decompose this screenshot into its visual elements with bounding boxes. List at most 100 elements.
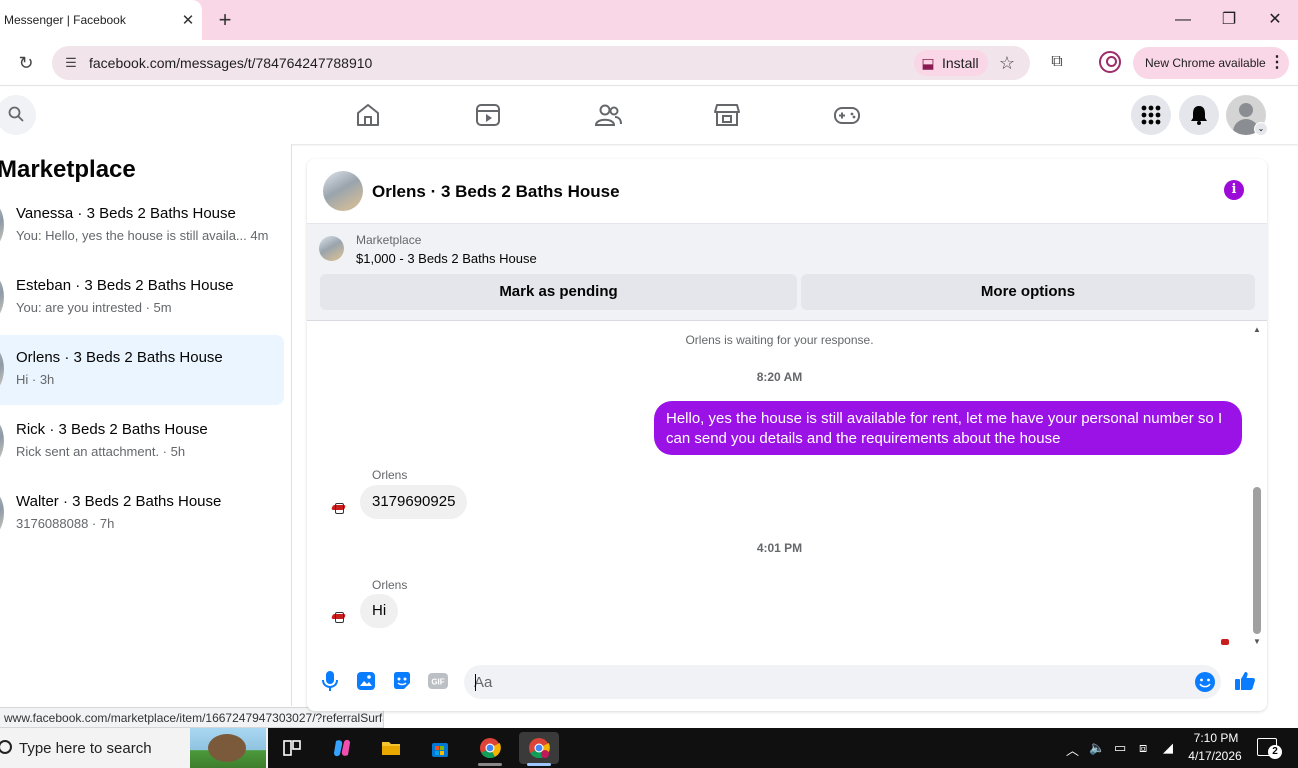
tab-close-icon[interactable]: ✕: [180, 11, 196, 29]
conversation-item-active[interactable]: Orlens · 3 Beds 2 Baths House Hi · 3h: [0, 335, 284, 405]
gaming-icon[interactable]: [833, 101, 861, 129]
sidebar-title: Marketplace: [0, 156, 136, 183]
profile-icon[interactable]: [1099, 51, 1121, 73]
conversation-name: Esteban · 3 Beds 2 Baths House: [16, 277, 234, 294]
listing-title[interactable]: $1,000 - 3 Beds 2 Baths House: [356, 251, 537, 266]
clock-date[interactable]: 4/17/2026: [1185, 749, 1245, 763]
chat-header: Orlens · 3 Beds 2 Baths House i: [307, 159, 1267, 224]
chrome-menu-icon[interactable]: ⋮: [1269, 53, 1285, 73]
avatar-head: [1239, 103, 1253, 117]
copilot-button[interactable]: [322, 732, 362, 764]
chat-title[interactable]: Orlens · 3 Beds 2 Baths House: [372, 182, 620, 202]
conversation-item[interactable]: Walter · 3 Beds 2 Baths House 3176088088…: [0, 479, 284, 549]
facebook-header: ⌄: [0, 87, 1298, 144]
timestamp: 4:01 PM: [756, 541, 803, 555]
read-receipt-avatar: [1221, 639, 1229, 645]
sticker-icon[interactable]: [390, 669, 414, 693]
emoji-icon[interactable]: [1193, 670, 1217, 694]
video-icon[interactable]: [474, 101, 502, 129]
incoming-message[interactable]: Hi: [360, 594, 399, 628]
listing-banner: Marketplace $1,000 - 3 Beds 2 Baths Hous…: [307, 224, 1267, 321]
conversation-sidebar: Marketplace Vanessa · 3 Beds 2 Baths Hou…: [0, 144, 292, 706]
sender-avatar[interactable]: [331, 501, 347, 515]
facebook-search-button[interactable]: [0, 95, 36, 135]
conversation-preview: Rick sent an attachment. · 5h: [16, 444, 186, 459]
new-chrome-available-button[interactable]: New Chrome available ⋮: [1133, 47, 1289, 79]
friends-icon[interactable]: [594, 101, 622, 129]
outgoing-message[interactable]: Hello, yes the house is still available …: [654, 401, 1242, 455]
install-button[interactable]: ⬓ Install: [914, 50, 988, 76]
scroll-thumb[interactable]: [1253, 487, 1261, 634]
display-icon[interactable]: ⧈: [1139, 740, 1147, 756]
search-icon: [8, 106, 24, 122]
conversation-item[interactable]: Vanessa · 3 Beds 2 Baths House You: Hell…: [0, 191, 284, 261]
home-icon[interactable]: [354, 101, 382, 129]
scroll-up-icon[interactable]: ▲: [1252, 326, 1262, 334]
conversation-thumbnail: [0, 273, 4, 321]
message-thread: Orlens is waiting for your response. 8:2…: [307, 322, 1267, 652]
chrome-profile-button[interactable]: [519, 732, 559, 766]
chrome-icon: [480, 738, 501, 759]
chrome-button[interactable]: [470, 732, 510, 766]
menu-grid-button[interactable]: [1131, 95, 1171, 135]
more-options-button[interactable]: More options: [801, 274, 1255, 310]
show-hidden-icons[interactable]: ︿: [1066, 740, 1079, 759]
conversation-thumbnail: [0, 345, 4, 393]
thumbs-up-icon[interactable]: [1233, 669, 1257, 693]
reload-icon[interactable]: ↻: [15, 52, 37, 74]
info-icon[interactable]: i: [1224, 180, 1244, 200]
extensions-icon[interactable]: ⧉: [1046, 50, 1068, 74]
bookmark-star-icon[interactable]: ☆: [996, 52, 1018, 74]
address-bar[interactable]: ☰ facebook.com/messages/t/78476424778891…: [52, 46, 1030, 80]
listing-thumbnail[interactable]: [319, 236, 344, 261]
windows-taskbar: Type here to search ︿ 🔈 ▭ ⧈ ◢ 7:10 PM 4/…: [0, 728, 1298, 768]
conversation-name: Walter · 3 Beds 2 Baths House: [16, 493, 222, 510]
message-input-wrapper[interactable]: [464, 665, 1221, 699]
message-scrollbar[interactable]: ▲ ▼: [1251, 324, 1263, 648]
conversation-thumbnail: [0, 417, 4, 465]
photo-icon[interactable]: [354, 669, 378, 693]
svg-text:GIF: GIF: [431, 678, 444, 687]
microphone-icon[interactable]: [318, 669, 342, 693]
url-text[interactable]: facebook.com/messages/t/784764247788910: [89, 55, 372, 71]
notifications-button[interactable]: [1179, 95, 1219, 135]
conversation-item[interactable]: Rick · 3 Beds 2 Baths House Rick sent an…: [0, 407, 284, 477]
site-info-icon[interactable]: ☰: [62, 54, 80, 72]
chrome-icon: [529, 738, 550, 759]
conversation-item[interactable]: Esteban · 3 Beds 2 Baths House You: are …: [0, 263, 284, 333]
minimize-button[interactable]: —: [1171, 8, 1195, 32]
conversation-name: Vanessa · 3 Beds 2 Baths House: [16, 205, 236, 222]
file-explorer-button[interactable]: [371, 732, 411, 764]
listing-source: Marketplace: [356, 233, 422, 247]
browser-tab[interactable]: Messenger | Facebook ✕: [0, 0, 202, 40]
copilot-icon: [334, 739, 350, 757]
account-chevron-down-icon[interactable]: ⌄: [1254, 122, 1268, 136]
new-tab-button[interactable]: +: [215, 8, 235, 32]
task-view-icon: [283, 740, 301, 756]
clock-time[interactable]: 7:10 PM: [1191, 731, 1241, 745]
close-window-button[interactable]: ✕: [1263, 8, 1287, 32]
timestamp: 8:20 AM: [756, 370, 803, 384]
sender-name: Orlens: [372, 468, 408, 482]
task-view-button[interactable]: [272, 732, 312, 764]
tab-title: Messenger | Facebook: [4, 13, 126, 27]
message-input[interactable]: [474, 672, 1174, 692]
chat-avatar[interactable]: [323, 171, 363, 211]
conversation-thumbnail: [0, 201, 4, 249]
restore-button[interactable]: ❐: [1217, 8, 1241, 32]
wifi-icon[interactable]: ◢: [1163, 740, 1173, 756]
scroll-down-icon[interactable]: ▼: [1252, 638, 1262, 646]
taskbar-search[interactable]: Type here to search: [0, 728, 268, 768]
conversation-preview: You: Hello, yes the house is still avail…: [16, 228, 269, 243]
mark-as-pending-button[interactable]: Mark as pending: [320, 274, 797, 310]
microsoft-store-button[interactable]: [420, 732, 460, 764]
incoming-message[interactable]: 3179690925: [360, 485, 468, 519]
message-composer: GIF: [307, 659, 1267, 711]
gif-icon[interactable]: GIF: [426, 669, 450, 693]
sender-avatar[interactable]: [331, 610, 347, 624]
battery-icon[interactable]: ▭: [1114, 740, 1126, 756]
bell-icon: [1191, 106, 1207, 125]
marketplace-icon[interactable]: [713, 101, 741, 129]
conversation-preview: Hi · 3h: [16, 372, 55, 387]
volume-icon[interactable]: 🔈: [1089, 740, 1105, 756]
